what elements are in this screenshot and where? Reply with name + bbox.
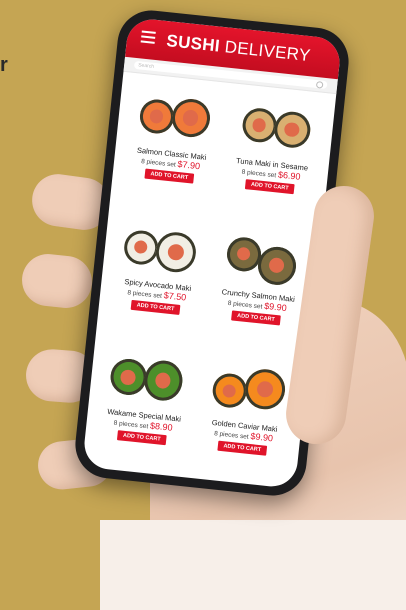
item-price: $7.50: [163, 289, 187, 303]
add-to-cart-button[interactable]: ADD TO CART: [216, 440, 268, 457]
sushi-roll: [272, 109, 312, 150]
add-to-cart-button[interactable]: ADD TO CART: [144, 168, 195, 184]
sushi-roll: [122, 228, 160, 266]
item-pieces: 8 pieces set: [227, 299, 263, 311]
hamburger-menu-icon[interactable]: [140, 30, 156, 44]
product-card: Golden Caviar Maki 8 pieces set $9.90 AD…: [188, 349, 302, 489]
sushi-image: [219, 225, 305, 291]
sushi-image: [119, 214, 205, 280]
item-price: $6.90: [277, 169, 301, 182]
item-pieces: 8 pieces set: [127, 289, 163, 300]
add-to-cart-button[interactable]: ADD TO CART: [230, 310, 282, 326]
product-card: Salmon Classic Maki 8 pieces set $7.90 A…: [115, 76, 229, 217]
sushi-image: [133, 83, 219, 149]
sushi-image: [206, 356, 292, 422]
app-title-bold: SUSHI: [165, 31, 221, 56]
add-to-cart-button[interactable]: ADD TO CART: [244, 179, 296, 195]
item-price: $9.90: [263, 300, 288, 313]
product-card: Wakame Special Maki 8 pieces set $8.90 A…: [88, 338, 202, 480]
item-pieces: 8 pieces set: [113, 419, 149, 431]
sushi-roll: [210, 372, 248, 410]
item-price: $7.90: [177, 158, 201, 172]
add-to-cart-button[interactable]: ADD TO CART: [116, 430, 168, 446]
add-to-cart-button[interactable]: ADD TO CART: [130, 299, 181, 315]
search-placeholder: Search: [137, 62, 155, 70]
sushi-roll: [169, 97, 212, 139]
background-text-fragment: r: [0, 54, 8, 76]
item-price: $8.90: [149, 420, 174, 434]
app-title: SUSHI DELIVERY: [166, 31, 312, 66]
wrist: [100, 520, 406, 610]
finger: [19, 251, 95, 311]
product-card: Spicy Avocado Maki 8 pieces set $7.50 AD…: [101, 207, 215, 349]
sushi-image: [105, 345, 191, 411]
item-pieces: 8 pieces set: [140, 158, 177, 169]
sushi-roll: [137, 97, 176, 136]
sushi-image: [233, 94, 319, 160]
sushi-roll: [224, 235, 263, 273]
item-pieces: 8 pieces set: [241, 168, 277, 180]
sushi-roll: [141, 359, 184, 403]
app-title-light: DELIVERY: [223, 37, 312, 66]
sushi-roll: [153, 229, 198, 274]
item-price: $9.90: [250, 431, 274, 444]
product-card: Tuna Maki in Sesame 8 pieces set $6.90 A…: [216, 87, 330, 228]
sushi-roll: [242, 367, 287, 412]
search-icon[interactable]: [315, 80, 324, 89]
sushi-roll: [255, 244, 298, 287]
sushi-roll: [240, 106, 278, 144]
item-pieces: 8 pieces set: [213, 430, 249, 442]
sushi-roll: [108, 357, 148, 398]
